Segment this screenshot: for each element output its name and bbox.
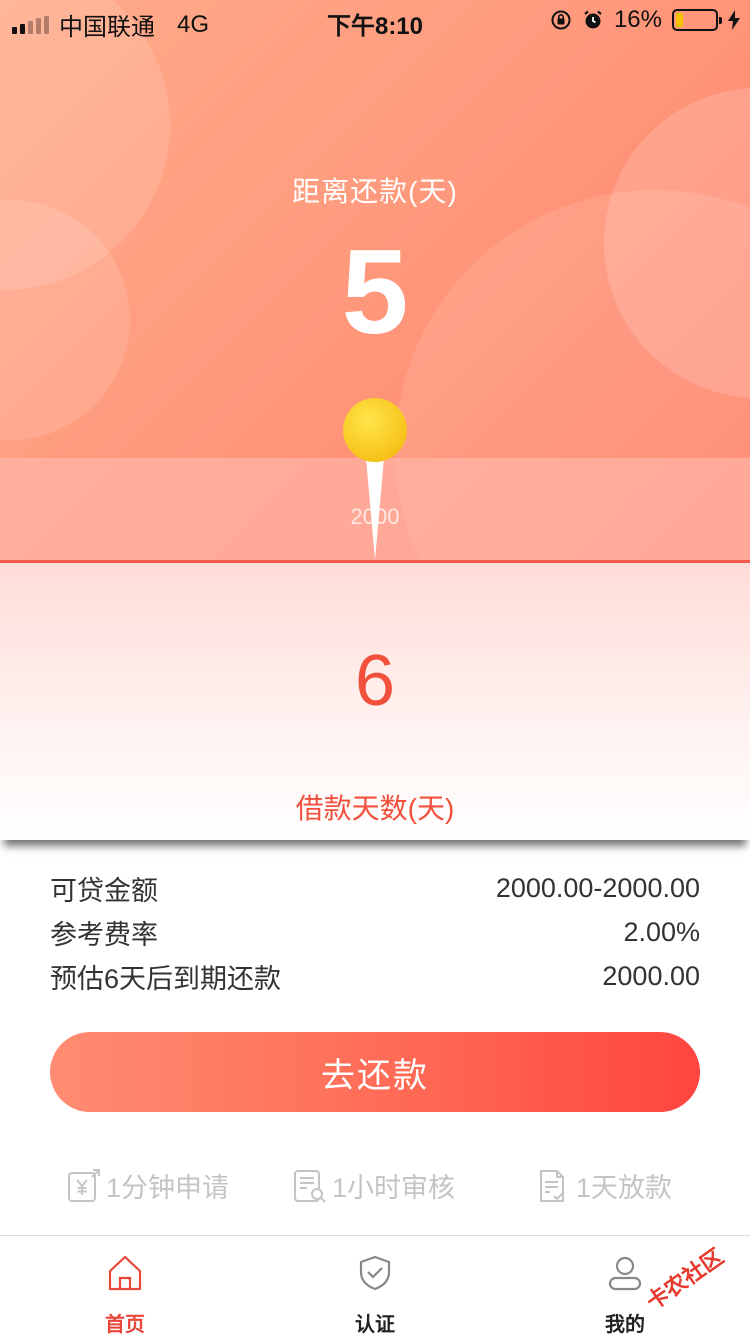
document-search-icon: [294, 1169, 326, 1203]
info-row-available-amount: 可贷金额 2000.00-2000.00: [50, 866, 700, 910]
home-icon: [108, 1255, 142, 1291]
info-label: 参考费率: [50, 919, 158, 950]
yen-phone-icon: [68, 1168, 100, 1202]
status-bar: 中国联通 4G 下午8:10 16%: [0, 0, 750, 41]
feature-apply: 1分钟申请: [66, 1166, 229, 1205]
feature-strip: 1分钟申请 1小时审核 1天放款: [0, 1166, 750, 1210]
feature-label: 1天放款: [576, 1173, 673, 1203]
battery-percent: 16%: [613, 6, 662, 33]
charging-icon: [728, 10, 740, 30]
tab-verification[interactable]: 认证: [250, 1236, 500, 1334]
slider-knob[interactable]: [343, 398, 407, 462]
loan-days-value[interactable]: 6: [0, 645, 750, 717]
user-icon: [608, 1256, 642, 1291]
battery-icon: [672, 9, 722, 31]
feature-label: 1小时审核: [332, 1173, 456, 1203]
alarm-icon: [584, 10, 602, 29]
info-row-estimated-repayment: 预估6天后到期还款 2000.00: [50, 954, 700, 998]
bottom-tab-bar: 首页 认证 我的: [0, 1235, 750, 1334]
repay-button[interactable]: 去还款: [50, 1032, 700, 1112]
feature-review: 1小时审核: [292, 1166, 455, 1205]
slider-needle: [366, 458, 384, 560]
info-row-fee-rate: 参考费率 2.00%: [50, 910, 700, 954]
loan-days-label: 借款天数(天): [295, 793, 455, 824]
info-value: 2.00%: [623, 916, 700, 947]
info-value: 2000.00-2000.00: [495, 872, 700, 903]
days-until-repayment-value: 5: [341, 225, 409, 359]
loan-info-list: 可贷金额 2000.00-2000.00 参考费率 2.00% 预估6天后到期还…: [50, 866, 700, 998]
info-label: 可贷金额: [50, 875, 158, 906]
document-check-icon: [540, 1169, 565, 1202]
tab-label: 认证: [355, 1314, 395, 1334]
tab-home[interactable]: 首页: [0, 1236, 250, 1334]
tab-label: 我的: [605, 1314, 645, 1334]
tab-label: 首页: [105, 1314, 145, 1334]
info-label: 预估6天后到期还款: [50, 963, 282, 994]
rotation-lock-icon: [551, 10, 571, 30]
days-until-repayment-label: 距离还款(天): [292, 176, 458, 207]
hero-section: 中国联通 4G 下午8:10 16% 距离还款(天) 5 2000: [0, 0, 750, 560]
feature-disburse: 1天放款: [536, 1166, 672, 1205]
info-value: 2000.00: [602, 960, 700, 991]
loan-days-panel: 6 借款天数(天): [0, 563, 750, 840]
feature-label: 1分钟申请: [106, 1173, 230, 1203]
shield-check-icon: [359, 1255, 391, 1291]
